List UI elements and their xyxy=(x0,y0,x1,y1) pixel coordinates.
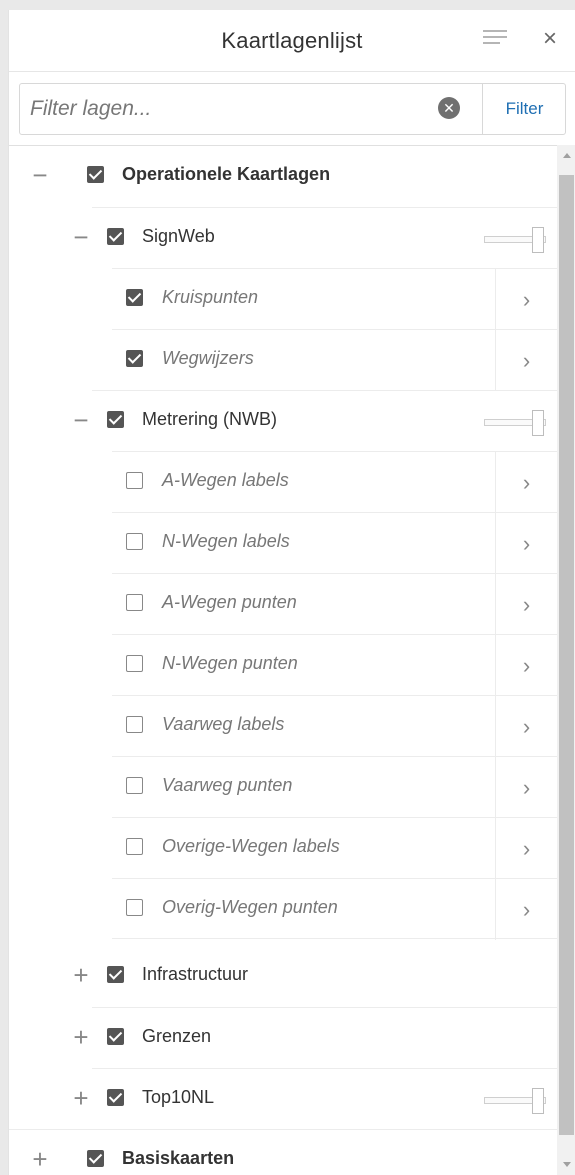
layer-label: A-Wegen labels xyxy=(162,470,289,490)
expand-icon[interactable]: + xyxy=(29,1146,51,1172)
layer-checkbox[interactable] xyxy=(87,1150,104,1167)
layer-list-panel: Kaartlagenlijst × ✕ Filter − Operationel… xyxy=(8,10,575,1175)
scroll-thumb[interactable] xyxy=(559,175,574,1135)
layer-item: N-Wegen labels › xyxy=(112,512,557,574)
layer-label: Infrastructuur xyxy=(142,964,249,984)
layer-item: N-Wegen punten › xyxy=(112,634,557,696)
scroll-up-icon[interactable] xyxy=(563,153,571,158)
chevron-right-icon[interactable]: › xyxy=(495,269,557,330)
chevron-right-icon[interactable]: › xyxy=(495,513,557,574)
layer-checkbox[interactable] xyxy=(107,1028,124,1045)
layer-label: Overige-Wegen labels xyxy=(162,836,340,856)
layer-item: Overig-Wegen punten › xyxy=(112,878,557,940)
layer-label: Kruispunten xyxy=(162,287,259,307)
layer-label: N-Wegen punten xyxy=(162,653,298,673)
layer-item: Kruispunten › xyxy=(112,268,557,330)
layer-checkbox[interactable] xyxy=(126,899,143,916)
collapse-icon[interactable]: − xyxy=(29,162,51,188)
layer-checkbox[interactable] xyxy=(126,777,143,794)
layer-group-grenzen: + Grenzen xyxy=(73,1007,557,1068)
scroll-down-icon[interactable] xyxy=(563,1162,571,1167)
chevron-right-icon[interactable]: › xyxy=(495,696,557,757)
filter-bar: ✕ Filter xyxy=(19,83,566,135)
layer-checkbox[interactable] xyxy=(126,350,143,367)
layer-checkbox[interactable] xyxy=(126,289,143,306)
chevron-right-icon[interactable]: › xyxy=(495,635,557,696)
clear-icon[interactable]: ✕ xyxy=(438,97,460,119)
layer-checkbox[interactable] xyxy=(87,166,104,183)
layer-item: A-Wegen labels › xyxy=(112,451,557,513)
expand-icon[interactable]: + xyxy=(70,1085,92,1111)
layer-label: Basiskaarten xyxy=(122,1148,235,1168)
filter-input[interactable] xyxy=(20,84,480,134)
layer-checkbox[interactable] xyxy=(107,1089,124,1106)
layer-checkbox[interactable] xyxy=(107,228,124,245)
layer-label: SignWeb xyxy=(142,226,215,246)
layer-label: Top10NL xyxy=(142,1087,215,1107)
chevron-right-icon[interactable]: › xyxy=(495,452,557,513)
layer-checkbox[interactable] xyxy=(107,411,124,428)
opacity-slider[interactable] xyxy=(484,410,546,436)
filter-button[interactable]: Filter xyxy=(482,84,566,134)
layer-group-operationele: − Operationele Kaartlagen xyxy=(9,146,557,207)
layer-label: Operationele Kaartlagen xyxy=(122,164,331,184)
layer-label: Metrering (NWB) xyxy=(142,409,278,429)
expand-icon[interactable]: + xyxy=(70,962,92,988)
close-icon[interactable]: × xyxy=(543,27,557,51)
layer-group-infrastructuur: + Infrastructuur xyxy=(73,946,557,1007)
layer-label: Grenzen xyxy=(142,1026,212,1046)
opacity-slider[interactable] xyxy=(484,1088,546,1114)
layer-checkbox[interactable] xyxy=(126,472,143,489)
layer-checkbox[interactable] xyxy=(126,716,143,733)
layer-group-top10nl: + Top10NL xyxy=(73,1068,557,1129)
layer-checkbox[interactable] xyxy=(126,655,143,672)
layer-group-signweb: − SignWeb xyxy=(73,207,557,268)
layer-item: A-Wegen punten › xyxy=(112,573,557,635)
chevron-right-icon[interactable]: › xyxy=(495,330,557,391)
layer-checkbox[interactable] xyxy=(126,838,143,855)
chevron-right-icon[interactable]: › xyxy=(495,757,557,818)
chevron-right-icon[interactable]: › xyxy=(495,574,557,635)
layer-label: N-Wegen labels xyxy=(162,531,290,551)
slider-handle[interactable] xyxy=(532,227,544,253)
layer-item: Vaarweg labels › xyxy=(112,695,557,757)
layer-checkbox[interactable] xyxy=(107,966,124,983)
expand-icon[interactable]: + xyxy=(70,1024,92,1050)
layer-checkbox[interactable] xyxy=(126,533,143,550)
scrollbar[interactable] xyxy=(557,145,575,1175)
layer-label: Vaarweg labels xyxy=(162,714,285,734)
layer-group-basiskaarten: + Basiskaarten xyxy=(9,1129,557,1175)
layer-label: A-Wegen punten xyxy=(162,592,297,612)
chevron-right-icon[interactable]: › xyxy=(495,879,557,940)
panel-header: Kaartlagenlijst × xyxy=(9,10,575,72)
chevron-right-icon[interactable]: › xyxy=(495,818,557,879)
slider-handle[interactable] xyxy=(532,1088,544,1114)
layer-item: Overige-Wegen labels › xyxy=(112,817,557,879)
opacity-slider[interactable] xyxy=(484,227,546,253)
layer-tree: − Operationele Kaartlagen − SignWeb Krui… xyxy=(9,145,557,1175)
layer-checkbox[interactable] xyxy=(126,594,143,611)
layer-label: Vaarweg punten xyxy=(162,775,293,795)
layer-group-metrering: − Metrering (NWB) xyxy=(73,390,557,451)
layer-item: Vaarweg punten › xyxy=(112,756,557,818)
layer-label: Overig-Wegen punten xyxy=(162,897,338,917)
hamburger-menu-icon[interactable] xyxy=(483,30,507,52)
collapse-icon[interactable]: − xyxy=(70,407,92,433)
layer-label: Wegwijzers xyxy=(162,348,254,368)
collapse-icon[interactable]: − xyxy=(70,224,92,250)
slider-handle[interactable] xyxy=(532,410,544,436)
layer-item: Wegwijzers › xyxy=(112,329,557,391)
